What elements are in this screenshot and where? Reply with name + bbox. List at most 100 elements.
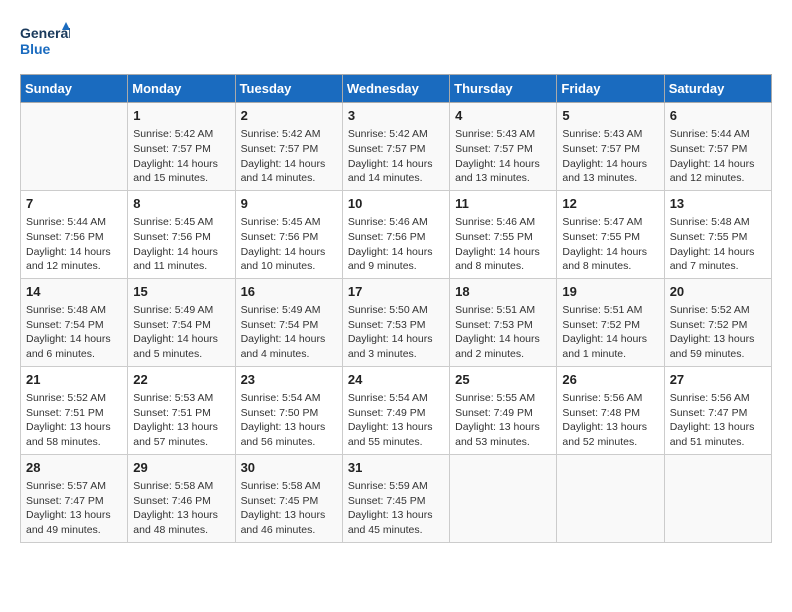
day-number: 3 bbox=[348, 107, 444, 125]
day-info: Sunrise: 5:54 AM Sunset: 7:50 PM Dayligh… bbox=[241, 391, 337, 450]
day-info: Sunrise: 5:49 AM Sunset: 7:54 PM Dayligh… bbox=[133, 303, 229, 362]
day-number: 27 bbox=[670, 371, 766, 389]
calendar-cell: 3Sunrise: 5:42 AM Sunset: 7:57 PM Daylig… bbox=[342, 103, 449, 191]
day-info: Sunrise: 5:51 AM Sunset: 7:53 PM Dayligh… bbox=[455, 303, 551, 362]
day-number: 30 bbox=[241, 459, 337, 477]
day-info: Sunrise: 5:54 AM Sunset: 7:49 PM Dayligh… bbox=[348, 391, 444, 450]
day-info: Sunrise: 5:49 AM Sunset: 7:54 PM Dayligh… bbox=[241, 303, 337, 362]
calendar-cell: 22 Sunrise: 5:53 AM Sunset: 7:51 PM Dayli… bbox=[128, 366, 235, 454]
page-header: General Blue bbox=[20, 20, 772, 64]
weekday-header-thursday: Thursday bbox=[450, 75, 557, 103]
weekday-header-row: SundayMondayTuesdayWednesdayThursdayFrid… bbox=[21, 75, 772, 103]
calendar-cell: 17 Sunrise: 5:50 AM Sunset: 7:53 PM Dayli… bbox=[342, 278, 449, 366]
calendar-cell: 24 Sunrise: 5:54 AM Sunset: 7:49 PM Dayli… bbox=[342, 366, 449, 454]
calendar-cell: 28 Sunrise: 5:57 AM Sunset: 7:47 PM Dayli… bbox=[21, 454, 128, 542]
calendar-cell: 7 Sunrise: 5:44 AM Sunset: 7:56 PM Daylig… bbox=[21, 190, 128, 278]
day-info: Sunrise: 5:50 AM Sunset: 7:53 PM Dayligh… bbox=[348, 303, 444, 362]
calendar-cell: 29 Sunrise: 5:58 AM Sunset: 7:46 PM Dayli… bbox=[128, 454, 235, 542]
calendar-cell: 18 Sunrise: 5:51 AM Sunset: 7:53 PM Dayli… bbox=[450, 278, 557, 366]
day-info: Sunrise: 5:45 AM Sunset: 7:56 PM Dayligh… bbox=[241, 215, 337, 274]
day-info: Sunrise: 5:52 AM Sunset: 7:52 PM Dayligh… bbox=[670, 303, 766, 362]
day-info: Sunrise: 5:43 AM Sunset: 7:57 PM Dayligh… bbox=[455, 127, 551, 186]
calendar-cell: 14Sunrise: 5:48 AM Sunset: 7:54 PM Dayli… bbox=[21, 278, 128, 366]
day-info: Sunrise: 5:51 AM Sunset: 7:52 PM Dayligh… bbox=[562, 303, 658, 362]
calendar-cell: 26 Sunrise: 5:56 AM Sunset: 7:48 PM Dayli… bbox=[557, 366, 664, 454]
logo-svg: General Blue bbox=[20, 20, 70, 64]
svg-text:General: General bbox=[20, 25, 70, 41]
calendar-cell: 16 Sunrise: 5:49 AM Sunset: 7:54 PM Dayli… bbox=[235, 278, 342, 366]
week-row-5: 28 Sunrise: 5:57 AM Sunset: 7:47 PM Dayli… bbox=[21, 454, 772, 542]
weekday-header-monday: Monday bbox=[128, 75, 235, 103]
day-number: 26 bbox=[562, 371, 658, 389]
day-info: Sunrise: 5:58 AM Sunset: 7:45 PM Dayligh… bbox=[241, 479, 337, 538]
day-number: 28 bbox=[26, 459, 122, 477]
day-info: Sunrise: 5:45 AM Sunset: 7:56 PM Dayligh… bbox=[133, 215, 229, 274]
calendar-cell: 21 Sunrise: 5:52 AM Sunset: 7:51 PM Dayli… bbox=[21, 366, 128, 454]
day-info: Sunrise: 5:56 AM Sunset: 7:48 PM Dayligh… bbox=[562, 391, 658, 450]
calendar-cell: 27 Sunrise: 5:56 AM Sunset: 7:47 PM Dayli… bbox=[664, 366, 771, 454]
calendar-cell: 23Sunrise: 5:54 AM Sunset: 7:50 PM Dayli… bbox=[235, 366, 342, 454]
calendar-cell: 1Sunrise: 5:42 AM Sunset: 7:57 PM Daylig… bbox=[128, 103, 235, 191]
calendar-cell bbox=[21, 103, 128, 191]
day-info: Sunrise: 5:57 AM Sunset: 7:47 PM Dayligh… bbox=[26, 479, 122, 538]
day-number: 4 bbox=[455, 107, 551, 125]
calendar-cell: 20Sunrise: 5:52 AM Sunset: 7:52 PM Dayli… bbox=[664, 278, 771, 366]
weekday-header-friday: Friday bbox=[557, 75, 664, 103]
day-info: Sunrise: 5:53 AM Sunset: 7:51 PM Dayligh… bbox=[133, 391, 229, 450]
calendar-cell: 5Sunrise: 5:43 AM Sunset: 7:57 PM Daylig… bbox=[557, 103, 664, 191]
week-row-1: 1Sunrise: 5:42 AM Sunset: 7:57 PM Daylig… bbox=[21, 103, 772, 191]
day-number: 7 bbox=[26, 195, 122, 213]
day-info: Sunrise: 5:44 AM Sunset: 7:56 PM Dayligh… bbox=[26, 215, 122, 274]
calendar-table: SundayMondayTuesdayWednesdayThursdayFrid… bbox=[20, 74, 772, 543]
day-number: 31 bbox=[348, 459, 444, 477]
calendar-cell: 31Sunrise: 5:59 AM Sunset: 7:45 PM Dayli… bbox=[342, 454, 449, 542]
day-number: 12 bbox=[562, 195, 658, 213]
day-number: 8 bbox=[133, 195, 229, 213]
calendar-cell: 30 Sunrise: 5:58 AM Sunset: 7:45 PM Dayli… bbox=[235, 454, 342, 542]
calendar-cell: 10 Sunrise: 5:46 AM Sunset: 7:56 PM Dayli… bbox=[342, 190, 449, 278]
day-number: 21 bbox=[26, 371, 122, 389]
day-info: Sunrise: 5:47 AM Sunset: 7:55 PM Dayligh… bbox=[562, 215, 658, 274]
svg-text:Blue: Blue bbox=[20, 41, 51, 57]
day-number: 10 bbox=[348, 195, 444, 213]
calendar-cell bbox=[664, 454, 771, 542]
logo: General Blue bbox=[20, 20, 70, 64]
day-number: 1 bbox=[133, 107, 229, 125]
day-number: 18 bbox=[455, 283, 551, 301]
calendar-cell: 6Sunrise: 5:44 AM Sunset: 7:57 PM Daylig… bbox=[664, 103, 771, 191]
calendar-cell: 11 Sunrise: 5:46 AM Sunset: 7:55 PM Dayli… bbox=[450, 190, 557, 278]
day-info: Sunrise: 5:56 AM Sunset: 7:47 PM Dayligh… bbox=[670, 391, 766, 450]
day-number: 2 bbox=[241, 107, 337, 125]
calendar-cell: 8 Sunrise: 5:45 AM Sunset: 7:56 PM Daylig… bbox=[128, 190, 235, 278]
day-number: 24 bbox=[348, 371, 444, 389]
day-number: 19 bbox=[562, 283, 658, 301]
weekday-header-wednesday: Wednesday bbox=[342, 75, 449, 103]
day-number: 9 bbox=[241, 195, 337, 213]
calendar-cell bbox=[557, 454, 664, 542]
calendar-cell: 13 Sunrise: 5:48 AM Sunset: 7:55 PM Dayli… bbox=[664, 190, 771, 278]
day-number: 16 bbox=[241, 283, 337, 301]
day-number: 5 bbox=[562, 107, 658, 125]
day-number: 11 bbox=[455, 195, 551, 213]
calendar-cell: 9 Sunrise: 5:45 AM Sunset: 7:56 PM Daylig… bbox=[235, 190, 342, 278]
day-number: 29 bbox=[133, 459, 229, 477]
week-row-4: 21 Sunrise: 5:52 AM Sunset: 7:51 PM Dayli… bbox=[21, 366, 772, 454]
day-number: 17 bbox=[348, 283, 444, 301]
day-info: Sunrise: 5:55 AM Sunset: 7:49 PM Dayligh… bbox=[455, 391, 551, 450]
day-number: 14 bbox=[26, 283, 122, 301]
calendar-cell bbox=[450, 454, 557, 542]
day-info: Sunrise: 5:58 AM Sunset: 7:46 PM Dayligh… bbox=[133, 479, 229, 538]
weekday-header-tuesday: Tuesday bbox=[235, 75, 342, 103]
weekday-header-saturday: Saturday bbox=[664, 75, 771, 103]
calendar-cell: 19 Sunrise: 5:51 AM Sunset: 7:52 PM Dayli… bbox=[557, 278, 664, 366]
day-info: Sunrise: 5:48 AM Sunset: 7:55 PM Dayligh… bbox=[670, 215, 766, 274]
week-row-3: 14Sunrise: 5:48 AM Sunset: 7:54 PM Dayli… bbox=[21, 278, 772, 366]
day-info: Sunrise: 5:46 AM Sunset: 7:55 PM Dayligh… bbox=[455, 215, 551, 274]
day-number: 22 bbox=[133, 371, 229, 389]
calendar-cell: 12 Sunrise: 5:47 AM Sunset: 7:55 PM Dayli… bbox=[557, 190, 664, 278]
day-info: Sunrise: 5:46 AM Sunset: 7:56 PM Dayligh… bbox=[348, 215, 444, 274]
calendar-cell: 4 Sunrise: 5:43 AM Sunset: 7:57 PM Daylig… bbox=[450, 103, 557, 191]
day-info: Sunrise: 5:52 AM Sunset: 7:51 PM Dayligh… bbox=[26, 391, 122, 450]
day-number: 25 bbox=[455, 371, 551, 389]
day-number: 13 bbox=[670, 195, 766, 213]
